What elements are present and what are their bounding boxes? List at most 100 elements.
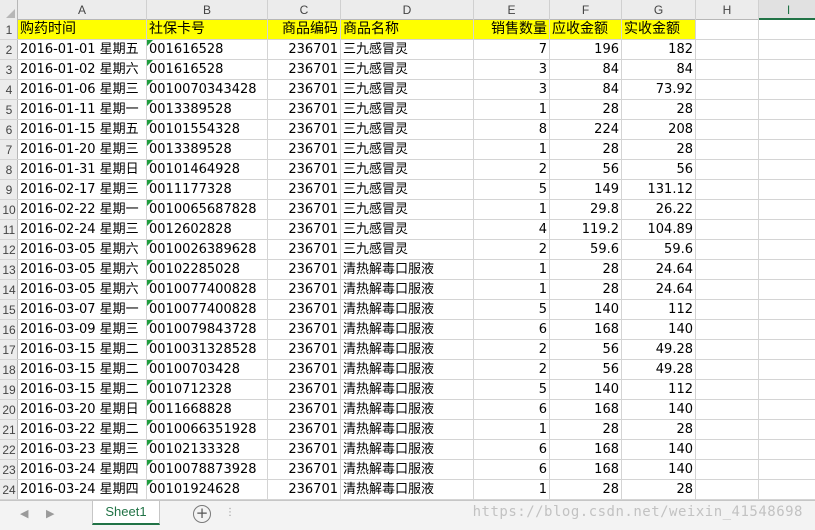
cell-h[interactable] xyxy=(696,460,759,480)
cell-d[interactable]: 清热解毒口服液 xyxy=(341,400,474,420)
cell-a[interactable]: 2016-03-15 星期二 xyxy=(18,360,147,380)
cell-f[interactable]: 56 xyxy=(550,340,622,360)
cell-a[interactable]: 2016-01-15 星期五 xyxy=(18,120,147,140)
cell-d[interactable]: 清热解毒口服液 xyxy=(341,300,474,320)
cell-a[interactable]: 2016-01-01 星期五 xyxy=(18,40,147,60)
cell-f[interactable]: 168 xyxy=(550,460,622,480)
tab-bar-splitter-icon[interactable]: ⋮ xyxy=(225,507,235,521)
row-header[interactable]: 10 xyxy=(0,200,18,220)
cell-h[interactable] xyxy=(696,340,759,360)
scroll-tabs-right-icon[interactable]: ▶ xyxy=(46,507,54,520)
column-header-d[interactable]: D xyxy=(341,0,474,20)
cell-e[interactable]: 8 xyxy=(474,120,550,140)
row-header[interactable]: 1 xyxy=(0,20,18,40)
cell-d[interactable]: 清热解毒口服液 xyxy=(341,360,474,380)
cell-c[interactable]: 236701 xyxy=(268,60,341,80)
cell-b[interactable]: 0010065687828 xyxy=(147,200,268,220)
cell-g[interactable]: 140 xyxy=(622,440,696,460)
row-header[interactable]: 3 xyxy=(0,60,18,80)
cell-f[interactable]: 56 xyxy=(550,160,622,180)
cell-i[interactable] xyxy=(759,260,815,280)
cell-g[interactable]: 140 xyxy=(622,320,696,340)
cell-i[interactable] xyxy=(759,80,815,100)
cell-b[interactable]: 00101554328 xyxy=(147,120,268,140)
cell-c[interactable]: 236701 xyxy=(268,420,341,440)
cell-f[interactable]: 28 xyxy=(550,100,622,120)
cell-d[interactable]: 清热解毒口服液 xyxy=(341,260,474,280)
cell-e[interactable]: 3 xyxy=(474,80,550,100)
cell-h[interactable] xyxy=(696,80,759,100)
cell-a[interactable]: 2016-01-31 星期日 xyxy=(18,160,147,180)
cell-b[interactable]: 0010078873928 xyxy=(147,460,268,480)
cell-c[interactable]: 236701 xyxy=(268,40,341,60)
cell-i[interactable] xyxy=(759,340,815,360)
cell-b[interactable]: 0011668828 xyxy=(147,400,268,420)
cell-i[interactable] xyxy=(759,220,815,240)
cell-e[interactable]: 1 xyxy=(474,480,550,500)
cell-e[interactable]: 7 xyxy=(474,40,550,60)
cell-g[interactable]: 140 xyxy=(622,460,696,480)
cell-g[interactable]: 84 xyxy=(622,60,696,80)
cell-c[interactable]: 236701 xyxy=(268,440,341,460)
cell-c[interactable]: 236701 xyxy=(268,320,341,340)
cell-d[interactable]: 清热解毒口服液 xyxy=(341,320,474,340)
spreadsheet-grid[interactable]: ABCDEFGHI 1 2 3 4 5 6 7 8 9 10 11 12 13 14 15 16 17 18 19 2… xyxy=(0,0,815,500)
cell-a[interactable]: 2016-03-23 星期三 xyxy=(18,440,147,460)
column-header-i[interactable]: I xyxy=(759,0,815,20)
cell-b[interactable]: 0010070343428 xyxy=(147,80,268,100)
header-cell[interactable]: 社保卡号 xyxy=(147,20,268,40)
cell-area[interactable]: 购药时间 社保卡号 商品编码 商品名称 销售数量 应收金额 实收金额 2016-01-01 星… xyxy=(18,20,815,500)
cell-e[interactable]: 6 xyxy=(474,440,550,460)
cell-d[interactable]: 清热解毒口服液 xyxy=(341,380,474,400)
cell-h[interactable] xyxy=(696,280,759,300)
header-cell[interactable]: 实收金额 xyxy=(622,20,696,40)
cell-h[interactable] xyxy=(696,200,759,220)
cell-c[interactable]: 236701 xyxy=(268,120,341,140)
cell-d[interactable]: 三九感冒灵 xyxy=(341,140,474,160)
cell-b[interactable]: 00101924628 xyxy=(147,480,268,500)
header-cell[interactable] xyxy=(696,20,759,40)
cell-a[interactable]: 2016-03-07 星期一 xyxy=(18,300,147,320)
cell-a[interactable]: 2016-02-22 星期一 xyxy=(18,200,147,220)
cell-f[interactable]: 28 xyxy=(550,480,622,500)
cell-h[interactable] xyxy=(696,260,759,280)
cell-d[interactable]: 三九感冒灵 xyxy=(341,160,474,180)
cell-e[interactable]: 1 xyxy=(474,140,550,160)
row-header[interactable]: 17 xyxy=(0,340,18,360)
cell-i[interactable] xyxy=(759,40,815,60)
cell-h[interactable] xyxy=(696,380,759,400)
row-header[interactable]: 18 xyxy=(0,360,18,380)
cell-b[interactable]: 0010066351928 xyxy=(147,420,268,440)
cell-d[interactable]: 三九感冒灵 xyxy=(341,180,474,200)
select-all-corner[interactable] xyxy=(0,0,18,20)
cell-a[interactable]: 2016-03-05 星期六 xyxy=(18,280,147,300)
row-header[interactable]: 19 xyxy=(0,380,18,400)
cell-a[interactable]: 2016-03-22 星期二 xyxy=(18,420,147,440)
row-header[interactable]: 15 xyxy=(0,300,18,320)
row-header[interactable]: 9 xyxy=(0,180,18,200)
cell-f[interactable]: 168 xyxy=(550,320,622,340)
cell-d[interactable]: 三九感冒灵 xyxy=(341,240,474,260)
cell-f[interactable]: 168 xyxy=(550,440,622,460)
cell-h[interactable] xyxy=(696,480,759,500)
header-cell[interactable]: 商品编码 xyxy=(268,20,341,40)
cell-a[interactable]: 2016-02-17 星期三 xyxy=(18,180,147,200)
cell-e[interactable]: 1 xyxy=(474,200,550,220)
cell-g[interactable]: 131.12 xyxy=(622,180,696,200)
cell-b[interactable]: 0010077400828 xyxy=(147,280,268,300)
cell-a[interactable]: 2016-03-05 星期六 xyxy=(18,260,147,280)
cell-g[interactable]: 24.64 xyxy=(622,280,696,300)
header-cell[interactable]: 商品名称 xyxy=(341,20,474,40)
cell-a[interactable]: 2016-03-20 星期日 xyxy=(18,400,147,420)
cell-b[interactable]: 0013389528 xyxy=(147,100,268,120)
cell-i[interactable] xyxy=(759,300,815,320)
cell-b[interactable]: 0010079843728 xyxy=(147,320,268,340)
cell-g[interactable]: 28 xyxy=(622,100,696,120)
row-header[interactable]: 14 xyxy=(0,280,18,300)
add-sheet-icon[interactable]: + xyxy=(193,505,211,523)
cell-i[interactable] xyxy=(759,440,815,460)
sheet-tab-sheet1[interactable]: Sheet1 xyxy=(92,501,160,525)
cell-i[interactable] xyxy=(759,460,815,480)
cell-b[interactable]: 0010712328 xyxy=(147,380,268,400)
cell-h[interactable] xyxy=(696,420,759,440)
